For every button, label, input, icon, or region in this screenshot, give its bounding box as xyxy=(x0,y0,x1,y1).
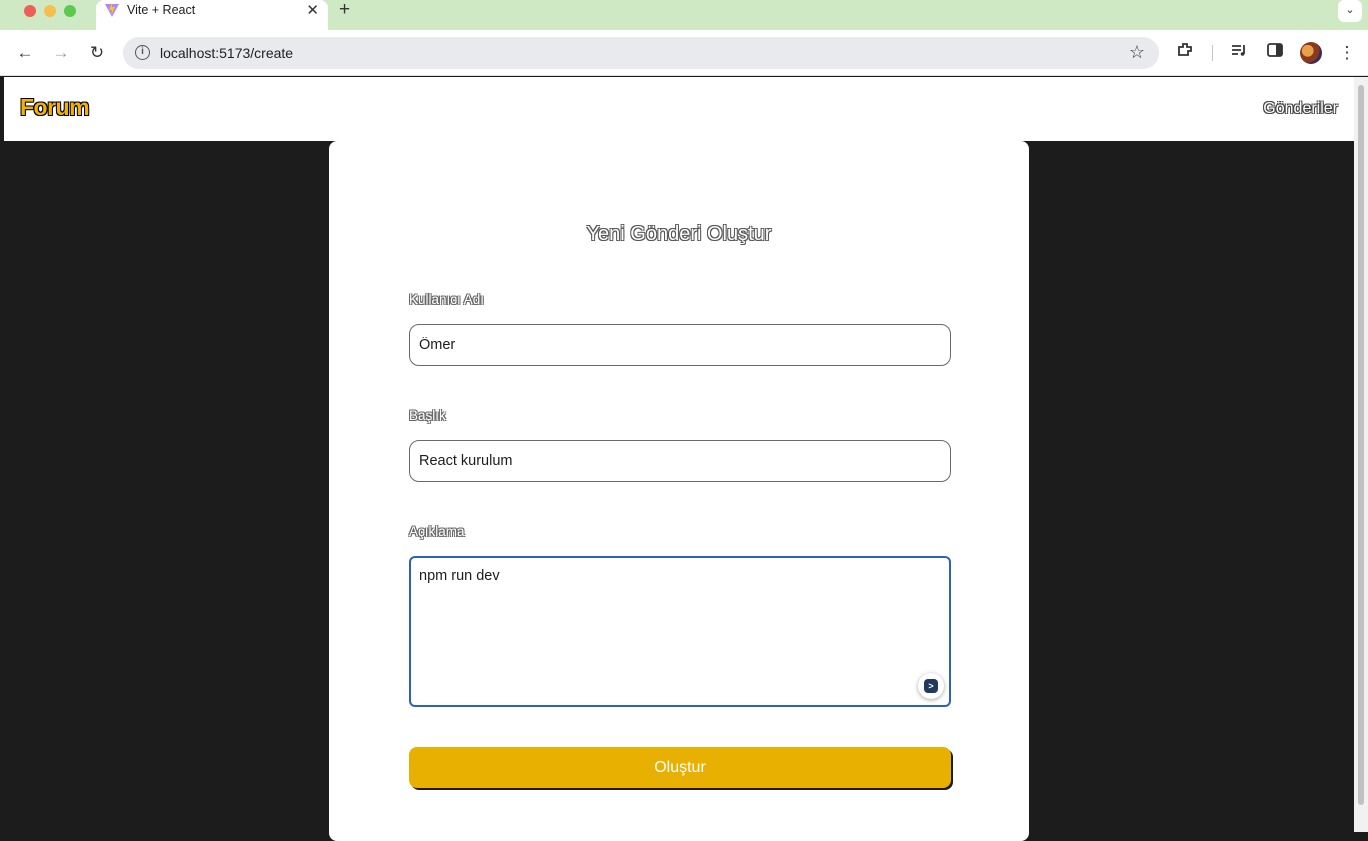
username-label: Kullanıcı Adı xyxy=(409,292,485,307)
new-tab-icon[interactable]: + xyxy=(339,0,350,21)
brand-logo[interactable]: Forum xyxy=(20,94,90,121)
minimize-window-button[interactable] xyxy=(44,5,56,17)
create-post-card: Yeni Gönderi Oluştur Kullanıcı Adı Başlı… xyxy=(329,141,1029,841)
posts-nav-link[interactable]: Gönderiler xyxy=(1263,100,1338,118)
form-title: Yeni Gönderi Oluştur xyxy=(586,223,772,245)
profile-avatar[interactable] xyxy=(1300,42,1322,64)
vite-logo-icon xyxy=(105,3,119,17)
back-icon[interactable]: ← xyxy=(13,41,37,65)
maximize-window-button[interactable] xyxy=(64,5,76,17)
username-input[interactable] xyxy=(409,324,951,366)
bookmark-star-icon[interactable]: ☆ xyxy=(1129,42,1145,63)
page-scrollbar[interactable] xyxy=(1354,77,1368,832)
title-input[interactable] xyxy=(409,440,951,482)
toolbar-divider xyxy=(1212,45,1213,61)
writing-assistant-icon[interactable]: > xyxy=(918,673,944,699)
scrollbar-thumb[interactable] xyxy=(1358,85,1364,805)
forward-icon[interactable]: → xyxy=(49,41,73,65)
title-label: Başlık xyxy=(409,408,446,423)
site-info-icon[interactable]: i xyxy=(135,45,150,60)
browser-tab-active[interactable]: Vite + React ✕ xyxy=(96,0,328,30)
address-bar[interactable]: i localhost:5173/create ☆ xyxy=(123,37,1159,69)
create-submit-button[interactable]: Oluştur xyxy=(409,747,951,788)
browser-menu-icon[interactable]: ⋮ xyxy=(1335,41,1359,65)
browser-toolbar: ← → ↻ i localhost:5173/create ☆ ⋮ xyxy=(0,30,1368,76)
url-text[interactable]: localhost:5173/create xyxy=(160,45,293,61)
media-control-icon[interactable] xyxy=(1227,41,1251,65)
close-tab-icon[interactable]: ✕ xyxy=(306,1,319,19)
extensions-icon[interactable] xyxy=(1173,41,1197,65)
tab-title: Vite + React xyxy=(127,3,196,17)
reload-icon[interactable]: ↻ xyxy=(85,41,109,65)
close-window-button[interactable] xyxy=(24,5,36,17)
description-label: Açıklama xyxy=(409,524,465,539)
tab-search-icon[interactable]: ⌄ xyxy=(1338,0,1362,22)
page-content: Forum Gönderiler Yeni Gönderi Oluştur Ku… xyxy=(4,77,1354,841)
side-panel-icon[interactable] xyxy=(1263,41,1287,65)
description-textarea[interactable]: npm run dev xyxy=(409,556,951,707)
browser-tab-bar: Vite + React ✕ + ⌄ xyxy=(0,0,1368,34)
site-navbar: Forum Gönderiler xyxy=(4,77,1354,141)
